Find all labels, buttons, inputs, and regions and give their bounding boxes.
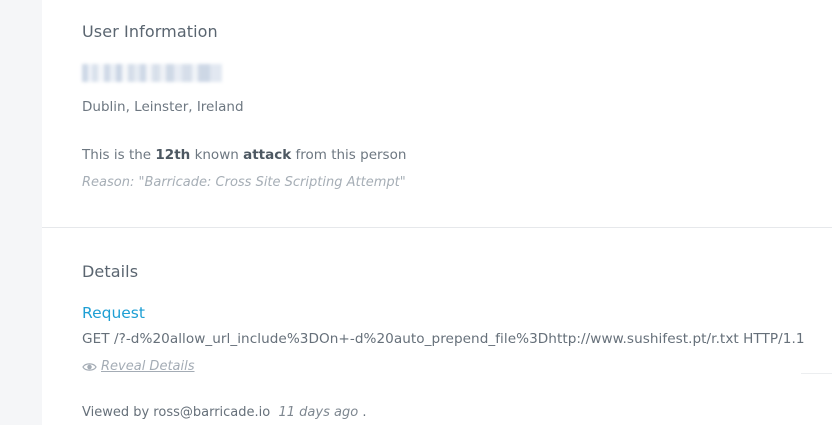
attack-sentence-prefix: This is the: [82, 147, 152, 163]
details-heading: Details: [82, 262, 139, 281]
viewed-by-line: Viewed by ross@barricade.io 11 days ago …: [82, 405, 366, 420]
reveal-details-label[interactable]: Reveal Details: [101, 359, 195, 374]
attack-sentence-mid: known: [194, 147, 239, 163]
user-location: Dublin, Leinster, Ireland: [82, 99, 244, 115]
viewed-suffix: .: [362, 405, 367, 420]
eye-icon: [82, 362, 97, 371]
reveal-details-link[interactable]: Reveal Details: [82, 359, 195, 374]
viewed-by-text: Viewed by ross@barricade.io: [82, 405, 271, 420]
trailing-divider: [801, 373, 832, 374]
request-line: GET /?-d%20allow_url_include%3DOn+-d%20a…: [82, 331, 805, 347]
section-divider: [42, 227, 832, 228]
attack-reason: Reason: "Barricade: Cross Site Scripting…: [82, 175, 406, 190]
user-information-heading: User Information: [82, 22, 218, 41]
viewed-time: 11 days ago: [278, 405, 359, 420]
attack-count-sentence: This is the 12th known attack from this …: [82, 147, 406, 163]
left-rail: [0, 0, 42, 425]
request-label: Request: [82, 304, 145, 322]
attack-word: attack: [243, 147, 292, 163]
redacted-ip-address: [82, 64, 222, 82]
attack-count: 12th: [155, 147, 191, 163]
attack-sentence-suffix: from this person: [295, 147, 407, 163]
